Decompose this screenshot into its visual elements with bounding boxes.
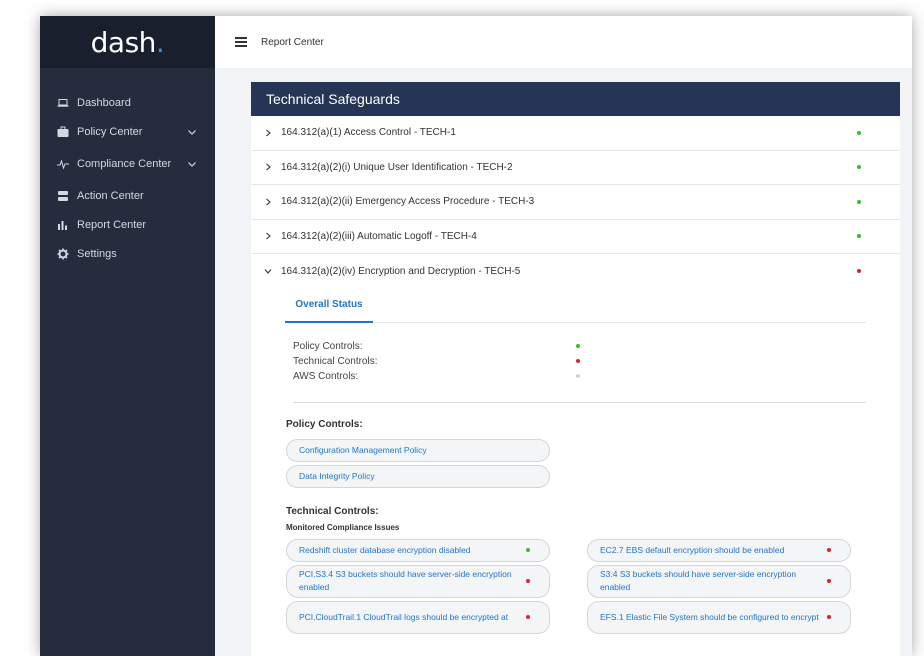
safeguard-label: 164.312(a)(1) Access Control - TECH-1 (281, 127, 456, 139)
safeguard-label: 164.312(a)(2)(ii) Emergency Access Proce… (281, 196, 535, 208)
safeguard-row-expanded[interactable]: 164.312(a)(2)(iv) Encryption and Decrypt… (251, 254, 900, 289)
status-line-aws: AWS Controls: (293, 369, 866, 384)
status-dot (576, 374, 580, 378)
compliance-issue[interactable]: Redshift cluster database encryption dis… (286, 538, 550, 562)
status-dot (576, 359, 580, 363)
status-label: AWS Controls: (293, 370, 359, 382)
sidebar-nav: Dashboard Policy Center Compliance Cente… (40, 68, 215, 268)
app-window: dash. Dashboard Policy Center Compliance… (40, 16, 912, 656)
status-label: Technical Controls: (293, 355, 378, 367)
issue-text: EFS.1 Elastic File System should be conf… (600, 611, 819, 622)
policy-link[interactable]: Data Integrity Policy (286, 464, 550, 488)
issue-text: Redshift cluster database encryption dis… (299, 545, 471, 555)
tab-bar: Overall Status (285, 289, 866, 323)
sidebar-item-label: Compliance Center (77, 157, 172, 170)
sidebar-item-label: Policy Center (77, 125, 143, 138)
gear-icon (57, 248, 69, 260)
status-label: Policy Controls: (293, 340, 363, 352)
compliance-issues-grid: Redshift cluster database encryption dis… (286, 538, 852, 634)
logo-text: dash (90, 25, 157, 59)
status-line-technical: Technical Controls: (293, 354, 866, 369)
issue-text: PCI.CloudTrail.1 CloudTrail logs should … (299, 611, 509, 622)
logo-dot: . (155, 25, 165, 59)
server-icon (57, 190, 69, 202)
safeguard-row[interactable]: 164.312(a)(2)(iii) Automatic Logoff - TE… (251, 220, 900, 254)
status-dot (857, 199, 861, 204)
compliance-issue[interactable]: EC2.7 EBS default encryption should be e… (587, 538, 851, 562)
pulse-icon (57, 158, 69, 170)
chevron-right-icon (266, 129, 271, 137)
chevron-right-icon (266, 198, 271, 206)
policy-controls-title: Policy Controls: (286, 418, 363, 430)
compliance-issue[interactable]: PCI.CloudTrail.1 CloudTrail logs should … (286, 600, 550, 634)
sidebar-item-action-center[interactable]: Action Center (40, 181, 215, 210)
safeguard-row[interactable]: 164.312(a)(2)(i) Unique User Identificat… (251, 151, 900, 185)
logo-bar: dash. (40, 16, 215, 68)
tab-overall-status[interactable]: Overall Status (285, 289, 373, 323)
safeguard-row[interactable]: 164.312(a)(1) Access Control - TECH-1 (251, 116, 900, 151)
expanded-details: Overall Status Policy Controls: Technica… (251, 289, 900, 634)
compliance-issue[interactable]: S3.4 S3 buckets should have server-side … (587, 564, 851, 598)
sidebar-item-settings[interactable]: Settings (40, 239, 215, 268)
status-dot (857, 234, 861, 239)
sidebar-item-policy-center[interactable]: Policy Center (40, 117, 215, 146)
technical-controls-title: Technical Controls: (286, 505, 379, 517)
bar-chart-icon (57, 219, 69, 231)
chevron-down-icon (264, 269, 272, 275)
panel-title: Technical Safeguards (251, 82, 900, 116)
briefcase-icon (57, 126, 69, 138)
sidebar-item-label: Report Center (77, 218, 147, 231)
status-dot (827, 615, 831, 619)
status-dot (526, 615, 530, 619)
safeguard-label: 164.312(a)(2)(i) Unique User Identificat… (281, 161, 513, 173)
sidebar-item-dashboard[interactable]: Dashboard (40, 88, 215, 117)
chevron-down-icon[interactable] (187, 159, 197, 169)
status-dot (576, 344, 580, 348)
logo[interactable]: dash. (91, 26, 165, 59)
issue-text: EC2.7 EBS default encryption should be e… (600, 545, 785, 555)
laptop-icon (57, 97, 69, 109)
chevron-right-icon (266, 163, 271, 171)
chevron-down-icon[interactable] (187, 127, 197, 137)
issue-text: S3.4 S3 buckets should have server-side … (600, 569, 797, 592)
status-dot (526, 579, 530, 583)
sidebar-item-label: Dashboard (77, 96, 131, 109)
safeguard-row[interactable]: 164.312(a)(2)(ii) Emergency Access Proce… (251, 185, 900, 220)
status-dot (526, 548, 530, 552)
topbar: Report Center (215, 16, 912, 68)
sidebar-item-report-center[interactable]: Report Center (40, 210, 215, 239)
page-title: Report Center (261, 36, 324, 48)
status-dot (827, 548, 831, 552)
monitored-issues-title: Monitored Compliance Issues (286, 522, 400, 532)
hamburger-menu-icon[interactable] (235, 37, 247, 47)
compliance-issue[interactable]: EFS.1 Elastic File System should be conf… (587, 600, 851, 634)
issue-text: PCI.S3.4 S3 buckets should have server-s… (299, 569, 512, 592)
status-dot (857, 165, 861, 170)
policy-list: Configuration Management Policy Data Int… (286, 438, 550, 488)
compliance-issue[interactable]: PCI.S3.4 S3 buckets should have server-s… (286, 564, 550, 598)
status-dot (857, 269, 861, 274)
sidebar-item-label: Action Center (77, 189, 144, 202)
chevron-right-icon (266, 232, 271, 240)
status-dot (827, 579, 831, 583)
overall-status-summary: Policy Controls: Technical Controls: AWS… (293, 339, 866, 403)
policy-link[interactable]: Configuration Management Policy (286, 438, 550, 462)
sidebar-item-compliance-center[interactable]: Compliance Center (40, 146, 215, 181)
sidebar: dash. Dashboard Policy Center Compliance… (40, 16, 215, 656)
safeguard-label: 164.312(a)(2)(iv) Encryption and Decrypt… (281, 265, 521, 277)
status-line-policy: Policy Controls: (293, 339, 866, 354)
safeguard-label: 164.312(a)(2)(iii) Automatic Logoff - TE… (281, 230, 477, 242)
technical-safeguards-panel: Technical Safeguards 164.312(a)(1) Acces… (251, 82, 900, 656)
sidebar-item-label: Settings (77, 247, 117, 260)
status-dot (857, 130, 861, 135)
